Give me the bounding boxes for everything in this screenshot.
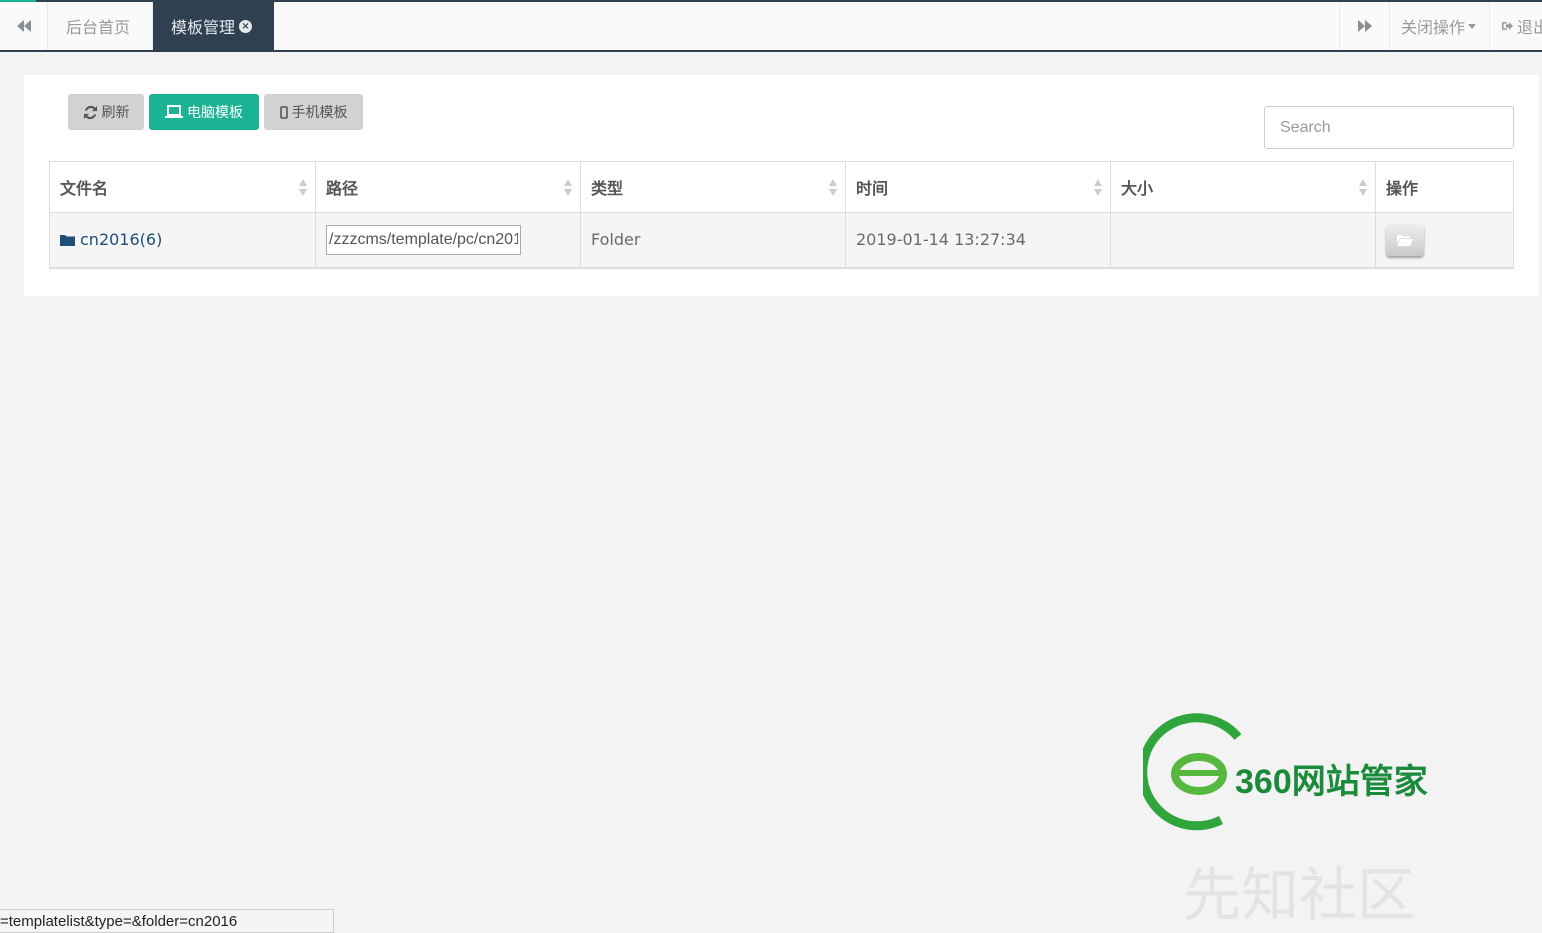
column-header-filename[interactable]: 文件名	[49, 161, 316, 213]
close-operations-dropdown[interactable]: 关闭操作	[1389, 2, 1489, 50]
cell-actions	[1375, 212, 1514, 269]
tab-bar: 后台首页 模板管理 × 关闭操作 退出	[0, 0, 1542, 52]
pc-template-button[interactable]: 电脑模板	[149, 94, 259, 130]
double-right-icon	[1357, 20, 1372, 32]
watermark-xianzhi: 先知社区	[1183, 848, 1415, 932]
mobile-template-label: 手机模板	[291, 105, 348, 121]
tab-template-label: 模板管理	[171, 18, 236, 37]
column-header-actions: 操作	[1375, 161, 1514, 213]
logout-button[interactable]: 退出	[1489, 2, 1542, 50]
watermark-360-text: 360网站管家	[1235, 763, 1428, 801]
pc-template-label: 电脑模板	[187, 105, 243, 121]
tab-home-label: 后台首页	[66, 18, 131, 37]
cell-time: 2019-01-14 13:27:34	[845, 212, 1111, 269]
column-header-size[interactable]: 大小	[1110, 161, 1376, 213]
folder-icon	[60, 234, 75, 246]
logout-label: 退出	[1516, 18, 1542, 37]
refresh-button[interactable]: 刷新	[68, 94, 144, 130]
sort-icon	[1359, 179, 1367, 197]
sort-icon	[299, 179, 307, 197]
folder-name: cn2016(6)	[80, 230, 163, 250]
folder-link[interactable]: cn2016(6)	[60, 230, 305, 249]
table-row: cn2016(6) Folder 2019-01-14 13:27:34	[49, 212, 1514, 269]
sort-icon	[564, 179, 572, 197]
close-tab-icon[interactable]: ×	[239, 19, 253, 33]
laptop-icon	[165, 105, 183, 118]
content-panel: 刷新 电脑模板 手机模板 文件名 路径 类型 时间 大小 操作	[24, 75, 1539, 296]
path-field[interactable]	[326, 224, 521, 255]
scroll-tabs-left-button[interactable]	[0, 2, 48, 50]
column-header-path[interactable]: 路径	[315, 161, 581, 213]
close-operations-label: 关闭操作	[1401, 18, 1466, 37]
template-table: 文件名 路径 类型 时间 大小 操作 cn2016(6) /zzzcms/tem…	[49, 161, 1514, 269]
status-url: =templatelist&type=&folder=cn2016	[0, 913, 238, 930]
search-input[interactable]	[1264, 106, 1514, 149]
mobile-template-button[interactable]: 手机模板	[264, 94, 363, 130]
mobile-phone-icon	[279, 105, 288, 119]
column-header-type[interactable]: 类型	[580, 161, 846, 213]
scroll-tabs-right-button[interactable]	[1339, 2, 1389, 50]
browser-status-bar: =templatelist&type=&folder=cn2016	[0, 909, 334, 933]
caret-down-icon	[1468, 23, 1477, 29]
refresh-label: 刷新	[101, 105, 130, 121]
tab-template-management[interactable]: 模板管理 ×	[153, 2, 274, 50]
watermark-xianzhi-text: 先知社区	[1183, 861, 1416, 929]
cell-size	[1110, 212, 1376, 269]
sign-out-icon	[1502, 22, 1513, 30]
sort-icon	[829, 179, 837, 197]
open-folder-button[interactable]	[1386, 223, 1424, 256]
watermark-360: 360网站管家	[1138, 712, 1463, 832]
tab-home[interactable]: 后台首页	[48, 2, 153, 50]
cell-type: Folder	[580, 212, 846, 269]
folder-open-icon	[1397, 234, 1413, 246]
sort-icon	[1094, 179, 1102, 197]
cell-path	[315, 212, 581, 269]
column-header-time[interactable]: 时间	[845, 161, 1111, 213]
table-header-row: 文件名 路径 类型 时间 大小 操作	[49, 161, 1514, 213]
refresh-icon	[83, 105, 97, 119]
cell-filename: cn2016(6)	[49, 212, 316, 269]
double-left-icon	[16, 20, 31, 32]
